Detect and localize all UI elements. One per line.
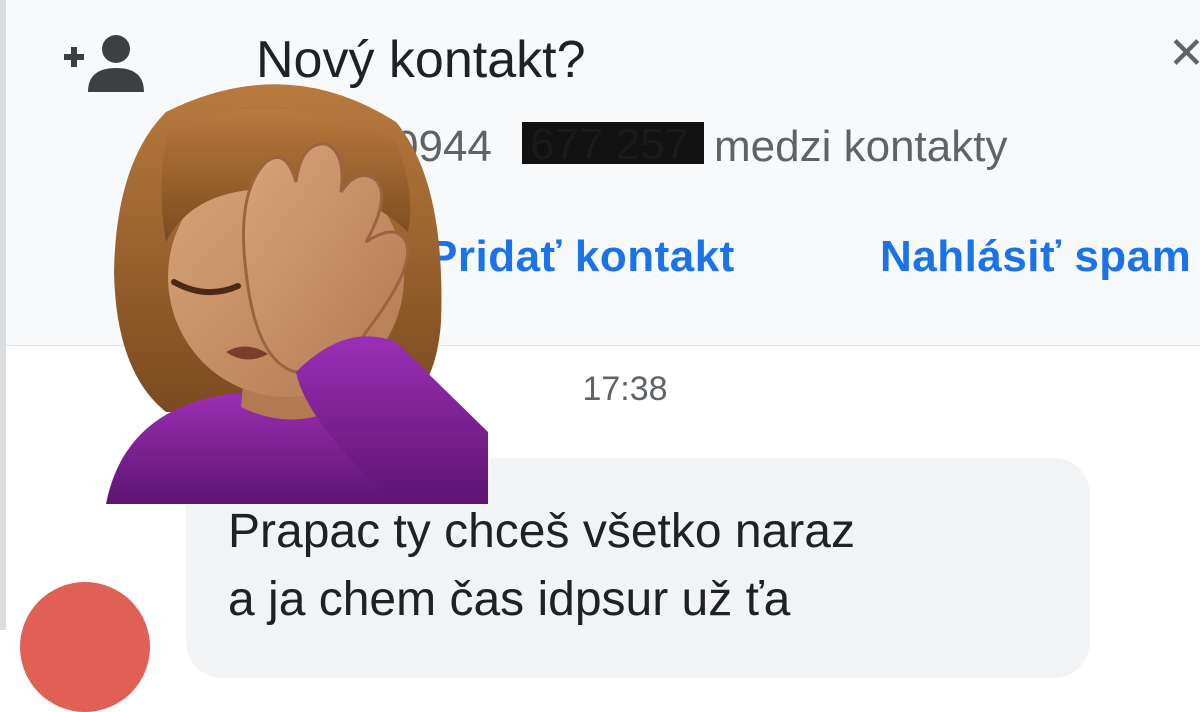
close-icon[interactable]: ✕ <box>1168 32 1200 76</box>
sender-avatar[interactable] <box>20 582 150 712</box>
subtitle-suffix: medzi kontakty <box>714 122 1008 171</box>
message-line: a ja chem čas idpsur už ťa <box>228 573 791 626</box>
face-palm-woman-emoji <box>106 84 488 504</box>
phone-number-redacted: 677 257 <box>522 120 704 169</box>
report-spam-button[interactable]: Nahlásiť spam <box>880 232 1191 282</box>
message-line: Prapac ty chceš všetko naraz <box>228 505 855 558</box>
